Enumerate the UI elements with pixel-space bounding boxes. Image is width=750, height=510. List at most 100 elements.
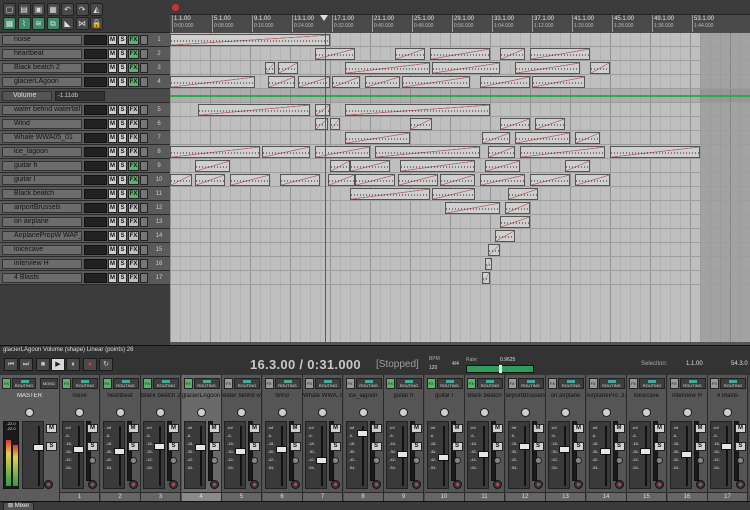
media-item[interactable] (365, 76, 400, 88)
envelope-lane[interactable] (170, 89, 750, 103)
phase-invert-button[interactable] (170, 457, 177, 464)
volume-fader[interactable]: -inf -6- -18- -30- -42- -54- (224, 421, 246, 489)
media-item[interactable] (345, 104, 490, 116)
solo-button[interactable]: S (118, 203, 127, 213)
solo-button[interactable]: S (613, 442, 625, 451)
media-item[interactable] (315, 48, 355, 60)
track-header[interactable]: ice_lagoon M S FX 8 (0, 145, 170, 159)
fader-cap[interactable] (275, 445, 287, 453)
master-pan-knob[interactable] (25, 408, 34, 417)
phase-invert-button[interactable] (332, 457, 339, 464)
record-arm-button[interactable] (331, 480, 340, 489)
pan-knob[interactable] (277, 408, 287, 417)
media-item[interactable] (195, 174, 225, 186)
pan-knob[interactable] (561, 408, 570, 417)
media-item[interactable] (520, 146, 605, 158)
strip-fx-button[interactable]: FX (224, 378, 233, 389)
volume-fader[interactable]: -inf -6- -18- -30- -42- -54- (305, 421, 327, 489)
fx-button[interactable]: FX (128, 259, 139, 269)
strip-routing-button[interactable]: ROUTING (720, 378, 746, 389)
solo-button[interactable]: S (127, 442, 139, 451)
strip-fx-button[interactable]: FX (467, 378, 476, 389)
phase-invert-button[interactable] (656, 457, 663, 464)
record-arm-button[interactable] (655, 480, 664, 489)
strip-name[interactable]: loicecave (627, 393, 666, 401)
track-lane[interactable] (170, 61, 750, 75)
mute-button[interactable]: M (249, 424, 260, 433)
volume-fader[interactable]: -inf -6- -18- -30- -42- -54- (710, 421, 732, 489)
track-header[interactable]: guitar h M S FX 9 (0, 159, 170, 173)
fader-cap[interactable] (437, 454, 449, 461)
media-item[interactable] (350, 188, 430, 200)
mute-button[interactable]: M (411, 424, 422, 433)
media-item[interactable] (515, 132, 570, 144)
project-start-marker[interactable] (172, 4, 179, 11)
mute-button[interactable]: M (127, 424, 139, 433)
media-item[interactable] (432, 62, 500, 74)
record-arm-button[interactable] (533, 480, 543, 489)
mute-button[interactable]: M (289, 424, 301, 433)
mute-button[interactable]: M (492, 424, 503, 433)
strip-fx-button[interactable]: FX (264, 378, 274, 389)
media-item[interactable] (508, 188, 538, 200)
solo-button[interactable]: S (118, 147, 127, 157)
volume-fader[interactable]: -inf -6- -18- -30- -42- -54- (143, 421, 165, 489)
solo-button[interactable]: S (118, 63, 127, 73)
mute-button[interactable]: M (208, 424, 220, 433)
media-item[interactable] (530, 174, 570, 186)
fx-button[interactable]: FX (128, 189, 139, 199)
solo-button[interactable]: S (289, 442, 301, 451)
mixer-strip[interactable]: FX ROUTING loicecave -inf -6- -18- -30- -42- -54… (627, 375, 667, 501)
record-arm-button[interactable] (452, 480, 462, 489)
solo-button[interactable]: S (118, 119, 127, 129)
track-io-button[interactable] (140, 133, 148, 143)
record-arm-button[interactable] (412, 480, 421, 489)
pan-knob[interactable] (642, 408, 651, 417)
strip-name[interactable]: on airplane (546, 393, 585, 401)
strip-routing-button[interactable]: ROUTING (234, 378, 260, 389)
track-lane[interactable] (170, 103, 750, 117)
strip-fx-button[interactable]: FX (183, 378, 193, 389)
track-name-field[interactable]: guitar l (2, 175, 82, 185)
media-item[interactable] (488, 146, 515, 158)
solo-button[interactable]: S (118, 259, 127, 269)
fx-button[interactable]: FX (128, 119, 139, 129)
solo-button[interactable]: S (118, 35, 127, 45)
pan-knob[interactable] (75, 408, 84, 417)
track-name-field[interactable]: AirplanePropW WAF_31 (2, 231, 82, 241)
master-fx-button[interactable]: FX (2, 378, 11, 389)
mute-button[interactable]: M (532, 424, 544, 433)
pan-knob[interactable] (723, 408, 732, 417)
rate-slider-knob[interactable] (498, 365, 502, 373)
pan-knob[interactable] (115, 408, 125, 417)
track-name-field[interactable]: airportBrussels (2, 203, 82, 213)
grid-icon[interactable]: ▦ (3, 17, 16, 30)
time-signature-value[interactable]: 4/4 (452, 361, 459, 367)
mute-button[interactable]: M (108, 119, 117, 129)
strip-fx-button[interactable]: FX (507, 378, 517, 389)
solo-button[interactable]: S (532, 442, 544, 451)
mixer-strip[interactable]: FX ROUTING airportBrussels -inf -6- -18- -30- -… (505, 375, 546, 501)
media-item[interactable] (315, 104, 330, 116)
media-item[interactable] (345, 62, 430, 74)
strip-fx-button[interactable]: FX (588, 378, 598, 389)
track-name-field[interactable]: ice_lagoon (2, 147, 82, 157)
mute-button[interactable]: M (108, 273, 117, 283)
volume-fader[interactable]: -inf -6- -18- -30- -42- -54- (507, 421, 530, 489)
media-item[interactable] (170, 76, 255, 88)
mute-button[interactable]: M (87, 424, 98, 433)
record-arm-button[interactable] (574, 480, 583, 489)
media-item[interactable] (268, 76, 295, 88)
track-lane[interactable] (170, 257, 750, 271)
media-item[interactable] (398, 174, 438, 186)
master-fader-cap[interactable] (33, 444, 44, 451)
track-lane[interactable] (170, 187, 750, 201)
pan-knob[interactable] (318, 408, 327, 417)
media-item[interactable] (440, 174, 475, 186)
mute-button[interactable]: M (108, 161, 117, 171)
strip-name[interactable]: interview H (668, 393, 707, 401)
mute-button[interactable]: M (330, 424, 341, 433)
track-io-button[interactable] (140, 189, 148, 199)
track-lane[interactable] (170, 131, 750, 145)
master-routing-button[interactable]: ROUTING (12, 378, 36, 389)
